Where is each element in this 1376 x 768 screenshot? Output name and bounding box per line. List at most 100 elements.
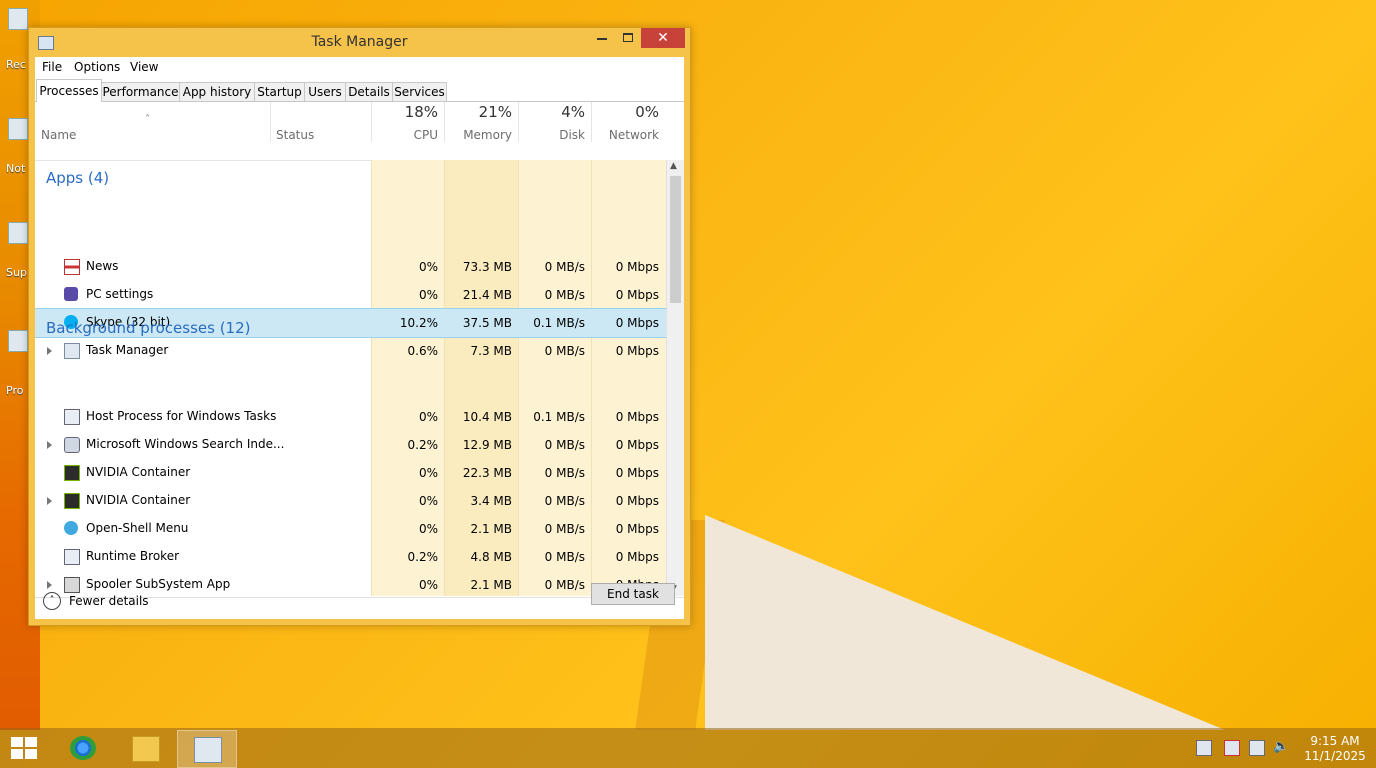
process-name: Runtime Broker — [86, 549, 180, 563]
process-row[interactable]: NVIDIA Container 0% 3.4 MB 0 MB/s 0 Mbps — [35, 487, 666, 515]
tray-volume-icon[interactable]: 🔈 — [1273, 740, 1289, 754]
tab-processes[interactable]: Processes — [36, 79, 102, 102]
process-disk: 0 MB/s — [544, 438, 585, 452]
column-memory[interactable]: Memory — [444, 128, 512, 142]
tray-network-icon[interactable] — [1249, 740, 1265, 756]
clock-date: 11/1/2025 — [1304, 749, 1366, 763]
tray-flag-icon[interactable] — [1224, 740, 1240, 756]
expand-arrow-icon[interactable] — [47, 441, 52, 449]
process-network: 0 Mbps — [615, 410, 659, 424]
process-memory: 7.3 MB — [470, 344, 512, 358]
maximize-button[interactable] — [615, 28, 641, 48]
menu-options[interactable]: Options — [74, 60, 120, 74]
window-client: File Options View Processes Performance … — [35, 57, 684, 619]
disk-total[interactable]: 4% — [518, 103, 585, 121]
process-network: 0 Mbps — [615, 344, 659, 358]
minimize-button[interactable] — [589, 28, 615, 48]
folder-icon — [132, 736, 160, 762]
process-memory: 73.3 MB — [462, 260, 512, 274]
process-row[interactable]: Host Process for Windows Tasks 0% 10.4 MB 0… — [35, 403, 666, 431]
nvidia-icon — [64, 493, 80, 509]
expand-arrow-icon[interactable] — [47, 347, 52, 355]
menu-file[interactable]: File — [42, 60, 62, 74]
column-status[interactable]: Status — [276, 128, 314, 142]
process-row[interactable]: Runtime Broker 0.2% 4.8 MB 0 MB/s 0 Mbps — [35, 543, 666, 571]
printer-icon — [64, 577, 80, 593]
title-bar[interactable]: Task Manager ✕ — [29, 28, 690, 57]
process-network: 0 Mbps — [615, 466, 659, 480]
scroll-thumb[interactable] — [670, 176, 681, 303]
tab-services[interactable]: Services — [392, 82, 447, 101]
cpu-total[interactable]: 18% — [371, 103, 438, 121]
desktop-icon[interactable] — [6, 330, 30, 356]
process-list: Apps (4) News 0% 73.3 MB 0 MB/s 0 Mbps PC set… — [35, 160, 666, 596]
process-disk: 0 MB/s — [544, 522, 585, 536]
menu-view[interactable]: View — [130, 60, 158, 74]
tab-strip: Processes Performance App history Startu… — [35, 79, 684, 102]
network-total[interactable]: 0% — [591, 103, 659, 121]
process-name: PC settings — [86, 287, 154, 301]
expand-arrow-icon[interactable] — [47, 497, 52, 505]
tab-startup[interactable]: Startup — [254, 82, 305, 101]
process-row[interactable]: Task Manager 0.6% 7.3 MB 0 MB/s 0 Mbps — [35, 337, 666, 365]
process-row[interactable]: NVIDIA Container 0% 22.3 MB 0 MB/s 0 Mbps — [35, 459, 666, 487]
process-row[interactable]: News 0% 73.3 MB 0 MB/s 0 Mbps — [35, 253, 666, 281]
task-manager-icon — [64, 343, 80, 359]
window-icon — [64, 409, 80, 425]
tab-users[interactable]: Users — [304, 82, 346, 101]
scroll-up-icon[interactable]: ▲ — [670, 161, 677, 171]
end-task-button[interactable]: End task — [591, 583, 675, 605]
sort-ascending-icon: ˄ — [145, 114, 150, 125]
memory-total[interactable]: 21% — [444, 103, 512, 121]
close-button[interactable]: ✕ — [641, 28, 685, 48]
process-disk: 0 MB/s — [544, 344, 585, 358]
start-button[interactable] — [10, 736, 38, 760]
desktop-label: Pro — [6, 384, 24, 397]
process-memory: 2.1 MB — [470, 522, 512, 536]
process-network: 0 Mbps — [615, 522, 659, 536]
footer: ˄ Fewer details End task — [35, 583, 684, 620]
tab-details[interactable]: Details — [345, 82, 393, 101]
process-name: Spooler SubSystem App — [86, 577, 231, 591]
taskbar-clock[interactable]: 9:15 AM 11/1/2025 — [1300, 734, 1370, 764]
tab-app-history[interactable]: App history — [179, 82, 255, 101]
taskbar-browser[interactable] — [54, 730, 112, 766]
process-disk: 0.1 MB/s — [533, 410, 585, 424]
process-network: 0 Mbps — [615, 288, 659, 302]
tab-performance[interactable]: Performance — [101, 82, 180, 101]
process-name: Task Manager — [86, 343, 169, 357]
process-cpu: 0.6% — [407, 344, 439, 358]
process-network: 0 Mbps — [615, 438, 659, 452]
process-disk: 0 MB/s — [544, 578, 585, 592]
process-memory: 21.4 MB — [462, 288, 512, 302]
process-row[interactable]: Microsoft Windows Search Inde... 0.2% 12.9… — [35, 431, 666, 459]
process-disk: 0 MB/s — [544, 260, 585, 274]
process-memory: 37.5 MB — [462, 316, 512, 330]
column-name[interactable]: Name — [41, 128, 76, 142]
search-indexer-icon — [64, 437, 80, 453]
process-name: Host Process for Windows Tasks — [86, 409, 277, 423]
column-cpu[interactable]: CPU — [371, 128, 438, 142]
tray-action-center-icon[interactable] — [1196, 740, 1212, 756]
process-name: NVIDIA Container — [86, 493, 191, 507]
vertical-scrollbar[interactable]: ▲ ▼ — [666, 160, 684, 596]
chevron-up-icon[interactable]: ˄ — [43, 592, 61, 610]
process-row[interactable]: Open-Shell Menu 0% 2.1 MB 0 MB/s 0 Mbps — [35, 515, 666, 543]
column-disk[interactable]: Disk — [518, 128, 585, 142]
taskbar-file-explorer[interactable] — [116, 730, 174, 766]
column-network[interactable]: Network — [591, 128, 659, 142]
process-memory: 10.4 MB — [462, 410, 512, 424]
fewer-details-link[interactable]: Fewer details — [69, 594, 149, 608]
process-row[interactable]: Spooler SubSystem App0%2.1 MB0 MB/s0 Mbp… — [35, 571, 666, 596]
taskbar-task-manager[interactable] — [177, 730, 237, 768]
expand-arrow-icon[interactable] — [47, 581, 52, 589]
process-row[interactable]: PC settings 0% 21.4 MB 0 MB/s 0 Mbps — [35, 281, 666, 309]
desktop-icon[interactable] — [6, 222, 30, 248]
process-memory: 12.9 MB — [462, 438, 512, 452]
desktop-icon[interactable] — [6, 118, 30, 144]
process-network: 0 Mbps — [615, 260, 659, 274]
process-cpu: 0% — [418, 260, 438, 274]
process-disk: 0 MB/s — [544, 494, 585, 508]
desktop-icon-recycle-bin[interactable] — [6, 8, 30, 34]
task-manager-icon — [194, 737, 222, 763]
